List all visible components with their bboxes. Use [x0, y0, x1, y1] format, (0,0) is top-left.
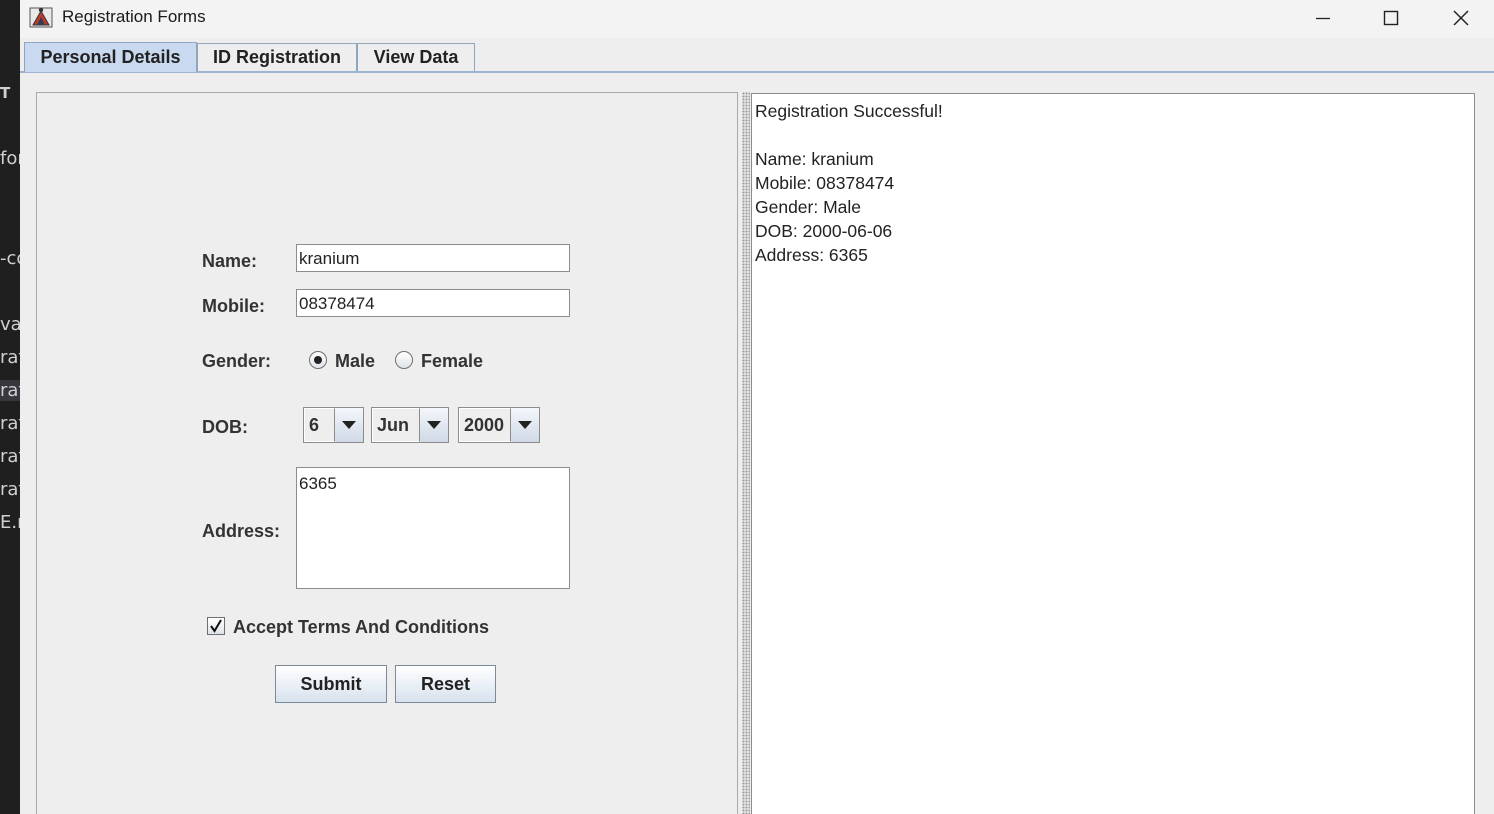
output-line: DOB: 2000-06-06: [755, 221, 893, 241]
name-field[interactable]: kranium: [296, 244, 570, 272]
background-text: rat: [0, 413, 20, 434]
gender-female-label[interactable]: Female: [421, 351, 483, 372]
minimize-button[interactable]: [1300, 0, 1346, 36]
personal-details-form: Name: kranium Mobile: 08378474 Gender: M…: [36, 92, 738, 814]
submit-button[interactable]: Submit: [275, 665, 387, 703]
terms-label[interactable]: Accept Terms And Conditions: [233, 617, 489, 638]
minimize-icon: [1316, 17, 1330, 20]
java-app-icon: [29, 7, 53, 28]
gender-label: Gender:: [202, 351, 272, 371]
window-title: Registration Forms: [62, 7, 206, 26]
tab-id-registration[interactable]: ID Registration: [197, 43, 357, 71]
background-text: va: [0, 314, 20, 335]
triangle-down-icon: [342, 421, 356, 429]
check-mark-icon: [210, 619, 222, 633]
terms-checkbox[interactable]: [207, 617, 225, 635]
background-ide-strip: T for -co va rat rat rat rat rat E.r: [0, 0, 20, 814]
background-text: rat: [0, 479, 20, 500]
triangle-down-icon: [427, 421, 441, 429]
gender-male-label[interactable]: Male: [335, 351, 375, 372]
output-line: Gender: Male: [755, 197, 862, 217]
tab-personal-details[interactable]: Personal Details: [24, 42, 197, 72]
maximize-button[interactable]: [1368, 0, 1414, 36]
reset-button[interactable]: Reset: [395, 665, 496, 703]
output-line: Mobile: 08378474: [755, 173, 895, 193]
name-label: Name:: [202, 251, 258, 271]
output-line: Registration Successful!: [755, 101, 943, 121]
dob-month-value: Jun: [372, 408, 420, 442]
radio-selected-dot: [314, 356, 322, 364]
output-line: Address: 6365: [755, 245, 868, 265]
registration-window: Registration Forms Personal Details ID R…: [20, 0, 1494, 814]
dob-month-combo[interactable]: Jun: [371, 407, 449, 443]
mobile-label: Mobile:: [202, 296, 265, 316]
close-button[interactable]: [1438, 0, 1484, 36]
tab-view-data[interactable]: View Data: [357, 43, 475, 71]
background-text: rat: [0, 380, 20, 401]
dob-label: DOB:: [202, 417, 248, 437]
background-text: E.r: [0, 512, 20, 533]
dob-day-combo[interactable]: 6: [303, 407, 364, 443]
mobile-field[interactable]: 08378474: [296, 289, 570, 317]
dob-year-combo[interactable]: 2000: [458, 407, 540, 443]
address-textarea[interactable]: 6365: [296, 467, 570, 589]
gender-female-radio[interactable]: [395, 351, 413, 369]
title-bar[interactable]: Registration Forms: [20, 0, 1494, 38]
dob-year-value: 2000: [459, 408, 511, 442]
tab-strip-border: [20, 71, 1494, 73]
triangle-down-icon: [518, 421, 532, 429]
background-text: -co: [0, 248, 20, 269]
output-textarea[interactable]: Registration Successful! Name: kranium M…: [751, 93, 1475, 814]
dob-day-value: 6: [304, 408, 335, 442]
address-label: Address:: [202, 521, 281, 541]
background-text: rat: [0, 347, 20, 368]
maximize-icon: [1383, 10, 1399, 26]
dob-month-dropdown-button[interactable]: [420, 408, 448, 442]
dob-day-dropdown-button[interactable]: [335, 408, 363, 442]
dob-year-dropdown-button[interactable]: [511, 408, 539, 442]
close-icon: [1453, 10, 1469, 26]
background-text: T: [0, 84, 11, 102]
gender-male-radio[interactable]: [309, 351, 327, 369]
background-text: for: [0, 148, 20, 169]
output-line: Name: kranium: [755, 149, 874, 169]
background-text: rat: [0, 446, 20, 467]
split-pane-divider[interactable]: [742, 92, 750, 814]
